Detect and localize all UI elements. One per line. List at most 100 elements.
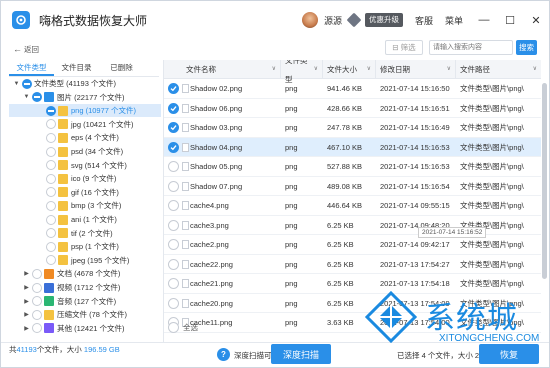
table-row[interactable]: cache4.png png 446.64 KB 2021-07-14 09:55:1…	[164, 196, 541, 216]
minimize-icon[interactable]: —	[471, 1, 497, 39]
table-row[interactable]: Shadow 05.png png 527.88 KB 2021-07-14 15:1…	[164, 157, 541, 177]
tree-checkbox[interactable]	[46, 160, 56, 171]
help-icon[interactable]: ?	[217, 348, 230, 361]
search-button[interactable]: 搜索	[516, 40, 537, 55]
table-row[interactable]: Shadow 06.png png 428.66 KB 2021-07-14 15:1…	[164, 99, 541, 118]
tree-node[interactable]: tif (2 个文件)	[9, 227, 161, 240]
upgrade-button[interactable]: 优惠升级	[364, 13, 403, 27]
tree-checkbox[interactable]	[32, 323, 42, 334]
col-name[interactable]: 文件名称 ∨	[164, 60, 281, 79]
tree-checkbox[interactable]	[32, 282, 42, 293]
file-icon	[182, 240, 189, 249]
tree-node[interactable]: ▶ 文档 (4678 个文件)	[9, 267, 161, 280]
row-checkbox[interactable]	[168, 278, 179, 289]
row-checkbox[interactable]	[168, 219, 179, 231]
table-row[interactable]: Shadow 07.png png 489.08 KB 2021-07-14 15:1…	[164, 177, 541, 196]
deep-scan-button[interactable]: 深度扫描	[271, 344, 331, 364]
tree-checkbox[interactable]	[32, 268, 42, 279]
tree-node[interactable]: eps (4 个文件)	[9, 131, 161, 144]
tree-node[interactable]: jpeg (195 个文件)	[9, 254, 161, 267]
tree-node[interactable]: ▶ 压缩文件 (78 个文件)	[9, 308, 161, 321]
row-checkbox[interactable]	[168, 83, 179, 94]
back-label: 返回	[24, 44, 39, 54]
select-all[interactable]: 全选	[168, 322, 198, 333]
close-icon[interactable]: ✕	[523, 1, 549, 39]
table-row[interactable]: cache21.png png 6.25 KB 2021-07-13 17:54:18…	[164, 274, 541, 294]
row-checkbox[interactable]	[168, 180, 179, 192]
scrollbar-thumb[interactable]	[542, 83, 547, 279]
tree-node[interactable]: ico (9 个文件)	[9, 172, 161, 185]
table-row[interactable]: Shadow 03.png png 247.78 KB 2021-07-14 15:1…	[164, 118, 541, 138]
tree-node[interactable]: ▼ 文件类型 (41193 个文件)	[9, 77, 161, 90]
tree-checkbox[interactable]	[22, 78, 32, 89]
tree-node[interactable]: svg (514 个文件)	[9, 159, 161, 172]
table-row[interactable]: Shadow 04.png png 467.10 KB 2021-07-14 15:1…	[164, 137, 541, 157]
expand-right-icon[interactable]: ▶	[23, 284, 30, 291]
tree-node[interactable]: gif (16 个文件)	[9, 186, 161, 199]
table-row[interactable]: Shadow 02.png png 941.46 KB 2021-07-14 15:1…	[164, 79, 541, 99]
scrollbar[interactable]	[541, 79, 548, 339]
avatar[interactable]	[301, 12, 318, 28]
tree-node[interactable]: bmp (3 个文件)	[9, 199, 161, 212]
table-row[interactable]: cache20.png png 6.25 KB 2021-07-13 17:54:09…	[164, 294, 541, 313]
expand-down-icon[interactable]: ▼	[13, 81, 20, 87]
filter-icon: ⊟	[392, 43, 399, 52]
tree-checkbox[interactable]	[46, 187, 56, 198]
tab-deleted[interactable]: 已删除	[99, 60, 144, 76]
col-size[interactable]: 文件大小 ∨	[323, 60, 376, 79]
tree-checkbox[interactable]	[46, 214, 56, 225]
recover-button[interactable]: 恢复	[479, 344, 539, 364]
tree-node[interactable]: psp (1 个文件)	[9, 240, 161, 253]
user-name[interactable]: 源源	[324, 14, 342, 27]
maximize-icon[interactable]: ☐	[497, 1, 523, 39]
row-checkbox[interactable]	[168, 161, 179, 172]
row-checkbox[interactable]	[168, 141, 179, 153]
row-checkbox[interactable]	[168, 122, 179, 133]
back-button[interactable]: ← 返回	[13, 44, 39, 55]
expand-right-icon[interactable]: ▶	[23, 325, 30, 332]
menu-button[interactable]: 菜单	[445, 14, 463, 27]
tree-checkbox[interactable]	[46, 132, 56, 143]
tree-checkbox[interactable]	[46, 119, 56, 130]
tree-node[interactable]: psd (34 个文件)	[9, 145, 161, 158]
tree-checkbox[interactable]	[46, 105, 56, 116]
table-row[interactable]: cache22.png png 6.25 KB 2021-07-13 17:54:27…	[164, 255, 541, 274]
row-checkbox[interactable]	[168, 200, 179, 211]
tree-node[interactable]: ▶ 音频 (127 个文件)	[9, 295, 161, 308]
expand-down-icon[interactable]: ▼	[23, 94, 30, 100]
expand-right-icon[interactable]: ▶	[23, 311, 30, 318]
expand-right-icon[interactable]: ▶	[23, 270, 30, 277]
expand-right-icon[interactable]: ▶	[23, 298, 30, 305]
row-checkbox[interactable]	[168, 258, 179, 270]
tree-node[interactable]: png (10977 个文件)	[9, 104, 161, 118]
filter-button[interactable]: ⊟ 筛选	[385, 40, 423, 55]
tree-checkbox[interactable]	[32, 309, 42, 320]
tab-file-dir[interactable]: 文件目录	[54, 60, 99, 76]
tree-checkbox[interactable]	[46, 200, 56, 211]
tree-checkbox[interactable]	[32, 92, 42, 103]
row-checkbox[interactable]	[168, 297, 179, 309]
col-path[interactable]: 文件路径 ∨	[456, 60, 541, 79]
search-input[interactable]	[429, 40, 513, 55]
service-button[interactable]: 客服	[415, 14, 433, 27]
col-type[interactable]: 文件类型 ∨	[281, 60, 323, 84]
tree-node[interactable]: ▶ 其他 (12421 个文件)	[9, 322, 161, 335]
tree-checkbox[interactable]	[46, 173, 56, 184]
tree-node[interactable]: ani (1 个文件)	[9, 213, 161, 226]
category-icon	[58, 241, 68, 252]
row-checkbox[interactable]	[168, 102, 179, 114]
tab-file-type[interactable]: 文件类型	[9, 60, 54, 76]
table-row[interactable]: cache11.png png 3.63 KB 2021-07-13 17:54:00…	[164, 313, 541, 333]
tree-node[interactable]: jpg (10421 个文件)	[9, 118, 161, 131]
col-date[interactable]: 修改日期 ∨	[376, 60, 456, 79]
cell-size: 6.25 KB	[327, 240, 354, 249]
tree-checkbox[interactable]	[46, 241, 56, 252]
tree-node[interactable]: ▶ 视频 (1712 个文件)	[9, 281, 161, 294]
tree-checkbox[interactable]	[32, 296, 42, 307]
tree-checkbox[interactable]	[46, 255, 56, 266]
row-checkbox[interactable]	[168, 239, 179, 250]
tree-checkbox[interactable]	[46, 146, 56, 157]
tree-checkbox[interactable]	[46, 228, 56, 239]
select-all-checkbox[interactable]	[168, 322, 179, 333]
tree-node[interactable]: ▼ 图片 (22177 个文件)	[9, 91, 161, 104]
